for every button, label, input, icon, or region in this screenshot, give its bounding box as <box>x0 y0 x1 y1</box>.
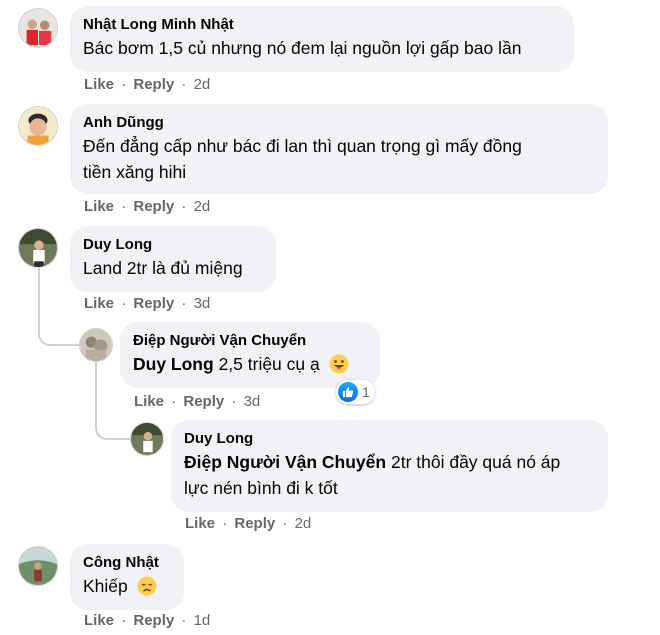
comment-text: Đến đẳng cấp như bác đi lan thì quan trọ… <box>83 136 522 156</box>
comment-bubble: Anh Dũngg Đến đẳng cấp như bác đi lan th… <box>70 104 608 194</box>
avatar[interactable] <box>79 328 113 362</box>
separator: · <box>181 612 187 629</box>
timestamp[interactable]: 3d <box>244 393 261 410</box>
comment-author[interactable]: Nhật Long Minh Nhật <box>83 15 561 35</box>
grinning-tongue-emoji <box>329 354 349 374</box>
comment-bubble: Công Nhật Khiếp <box>70 544 184 610</box>
comment-text: lực nén bình đi k tốt <box>184 478 338 498</box>
reply-button[interactable]: Reply <box>133 612 174 629</box>
separator: · <box>171 393 177 410</box>
comment-actions: Like · Reply · 2d <box>185 515 311 532</box>
comment-text: Điệp Người Vận Chuyển 2tr thôi đầy quá n… <box>184 449 595 475</box>
timestamp[interactable]: 2d <box>295 515 312 532</box>
avatar[interactable] <box>18 228 58 268</box>
timestamp[interactable]: 3d <box>194 295 211 312</box>
like-button[interactable]: Like <box>134 393 164 410</box>
separator: · <box>231 393 237 410</box>
avatar[interactable] <box>18 106 58 146</box>
comment-bubble: Duy Long Land 2tr là đủ miệng <box>70 226 276 292</box>
comment-actions: Like · Reply · 3d <box>134 393 260 410</box>
comment-text: Duy Long 2,5 triệu cụ ạ <box>133 351 367 377</box>
reply-button[interactable]: Reply <box>133 295 174 312</box>
separator: · <box>282 515 288 532</box>
mention-link[interactable]: Điệp Người Vận Chuyển <box>184 452 386 472</box>
separator: · <box>121 295 127 312</box>
comment-actions: Like · Reply · 1d <box>84 612 210 629</box>
timestamp[interactable]: 2d <box>194 198 211 215</box>
separator: · <box>121 612 127 629</box>
avatar[interactable] <box>18 8 58 48</box>
timestamp[interactable]: 2d <box>194 76 211 93</box>
comment-text: tiền xăng hihi <box>83 162 187 182</box>
comment-actions: Like · Reply · 2d <box>84 76 210 93</box>
separator: · <box>181 76 187 93</box>
comment-author[interactable]: Điệp Người Vận Chuyển <box>133 331 367 351</box>
like-button[interactable]: Like <box>185 515 215 532</box>
comment-actions: Like · Reply · 3d <box>84 295 210 312</box>
comment-text: Bác bơm 1,5 củ nhưng nó đem lại nguồn lợ… <box>83 38 522 58</box>
comment-bubble: Điệp Người Vận Chuyển Duy Long 2,5 triệu… <box>120 322 380 388</box>
comment-text: Land 2tr là đủ miệng <box>83 258 243 278</box>
comment-text-body: Khiếp <box>83 576 128 596</box>
comment-text-body: 2tr thôi đầy quá nó áp <box>390 452 561 472</box>
comment-author[interactable]: Duy Long <box>184 429 595 449</box>
comment-author[interactable]: Anh Dũngg <box>83 113 595 133</box>
comment-author[interactable]: Công Nhật <box>83 553 171 573</box>
avatar[interactable] <box>18 546 58 586</box>
comment-actions: Like · Reply · 2d <box>84 198 210 215</box>
comment-author[interactable]: Duy Long <box>83 235 263 255</box>
reply-button[interactable]: Reply <box>234 515 275 532</box>
separator: · <box>121 76 127 93</box>
reply-button[interactable]: Reply <box>183 393 224 410</box>
separator: · <box>181 295 187 312</box>
reaction-count-value: 1 <box>362 384 370 400</box>
comment-bubble: Nhật Long Minh Nhật Bác bơm 1,5 củ nhưng… <box>70 6 574 72</box>
like-button[interactable]: Like <box>84 295 114 312</box>
comment-text-body: 2,5 triệu cụ ạ <box>218 354 320 374</box>
like-button[interactable]: Like <box>84 76 114 93</box>
mention-link[interactable]: Duy Long <box>133 354 214 374</box>
timestamp[interactable]: 1d <box>194 612 211 629</box>
like-button[interactable]: Like <box>84 612 114 629</box>
separator: · <box>121 198 127 215</box>
reply-button[interactable]: Reply <box>133 76 174 93</box>
reaction-count[interactable]: 1 <box>336 380 375 404</box>
reply-button[interactable]: Reply <box>133 198 174 215</box>
separator: · <box>181 198 187 215</box>
comment-bubble: Duy Long Điệp Người Vận Chuyển 2tr thôi … <box>171 420 608 512</box>
avatar[interactable] <box>130 422 164 456</box>
disappointed-face-emoji <box>137 576 157 596</box>
like-button[interactable]: Like <box>84 198 114 215</box>
separator: · <box>222 515 228 532</box>
like-reaction-icon <box>338 382 358 402</box>
comment-text: Khiếp <box>83 573 171 599</box>
